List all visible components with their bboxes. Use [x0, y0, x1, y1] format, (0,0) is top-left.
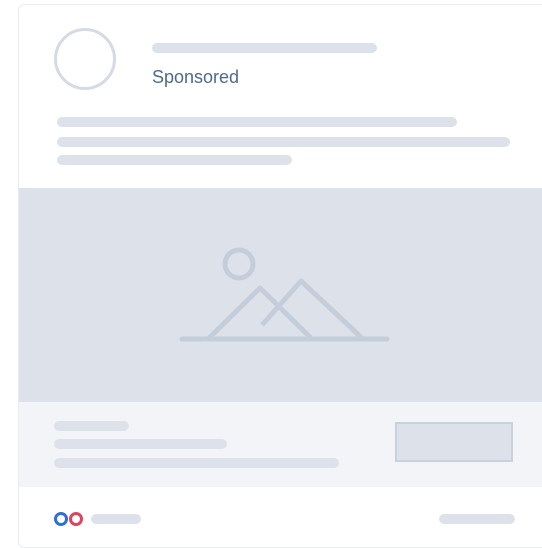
- link-subtitle-placeholder: [54, 439, 227, 449]
- post-media[interactable]: [19, 188, 542, 402]
- sponsored-post-card: Sponsored: [18, 4, 542, 548]
- image-placeholder-icon: [179, 247, 390, 342]
- link-title-placeholder: [54, 421, 129, 431]
- love-reaction-icon: [69, 512, 83, 526]
- cta-button[interactable]: [395, 422, 513, 462]
- post-text-line-2: [57, 137, 510, 147]
- avatar-placeholder[interactable]: [54, 28, 116, 90]
- link-preview[interactable]: [19, 402, 542, 487]
- comments-count-placeholder[interactable]: [439, 514, 515, 524]
- sponsored-label: Sponsored: [152, 67, 240, 87]
- like-reaction-icon: [54, 512, 68, 526]
- post-text-line-3: [57, 155, 292, 165]
- link-description-placeholder: [54, 458, 339, 468]
- author-name-placeholder[interactable]: [152, 43, 377, 53]
- post-footer: [19, 487, 542, 547]
- reaction-count-placeholder[interactable]: [91, 514, 141, 524]
- post-text-line-1: [57, 117, 457, 127]
